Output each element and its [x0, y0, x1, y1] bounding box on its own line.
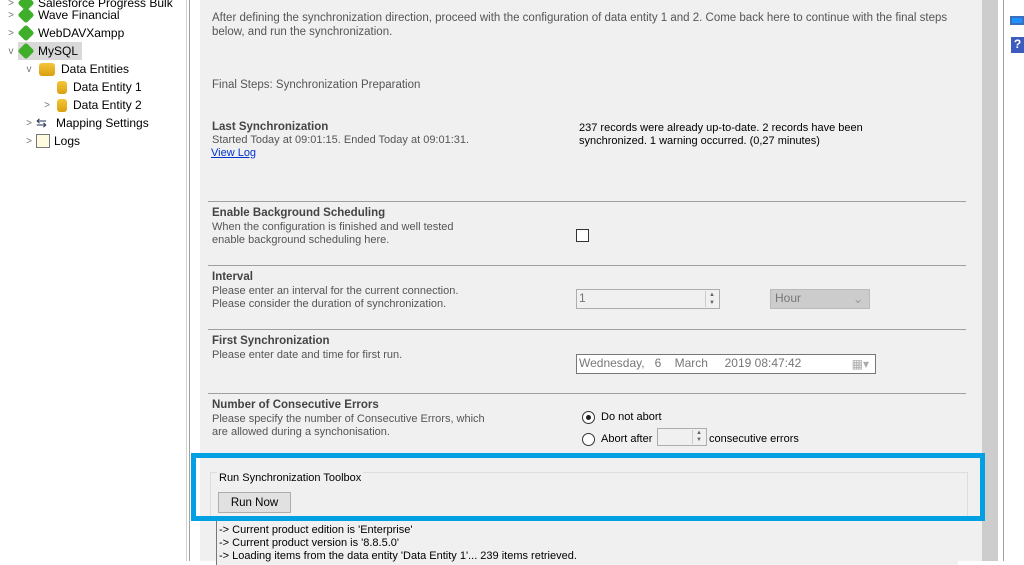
chevron-down-icon: ⌄	[852, 292, 863, 306]
tree-item-mysql[interactable]: v MySQL	[4, 42, 83, 60]
interval-desc: Please enter an interval for the current…	[212, 285, 459, 297]
database-icon	[57, 80, 67, 94]
interval-unit-select[interactable]: Hour ⌄	[770, 289, 870, 309]
chevron-down-icon[interactable]: v	[4, 46, 18, 57]
last-sync-title: Last Synchronization	[212, 121, 329, 133]
spinner-icon[interactable]: ▲ ▼	[705, 291, 718, 307]
divider	[208, 201, 966, 202]
window-icon[interactable]	[1010, 16, 1024, 25]
background-scheduling-checkbox[interactable]	[576, 229, 589, 242]
abort-after-label[interactable]: Abort after	[601, 433, 652, 446]
chevron-right-icon[interactable]: >	[22, 118, 36, 129]
chevron-right-icon[interactable]: >	[22, 136, 36, 147]
chevron-down-icon[interactable]: v	[22, 64, 36, 75]
tree-item[interactable]: > Data Entity 2	[40, 96, 142, 114]
puzzle-icon	[17, 42, 35, 60]
first-sync-datetime-picker[interactable]: Wednesday, 6 March 2019 08:47:42 ▦▾	[576, 354, 876, 374]
chevron-right-icon[interactable]: >	[4, 10, 18, 21]
puzzle-icon	[17, 6, 35, 24]
divider	[208, 393, 966, 394]
view-log-link[interactable]: View Log	[211, 147, 256, 160]
database-icon	[57, 98, 67, 112]
log-line: -> Current product version is '8.8.5.0'	[219, 537, 399, 549]
do-not-abort-label[interactable]: Do not abort	[601, 411, 662, 424]
spinner-icon[interactable]: ▲ ▼	[692, 430, 705, 444]
calendar-icon[interactable]: ▦▾	[852, 357, 869, 371]
interval-title: Interval	[212, 271, 253, 283]
log-line: -> Current product edition is 'Enterpris…	[219, 524, 413, 536]
tree-item[interactable]: > WebDAVXampp	[4, 24, 124, 42]
mapping-icon: ⇆	[36, 115, 47, 130]
highlight-frame	[191, 453, 985, 521]
last-sync-result: 237 records were already up-to-date. 2 r…	[579, 122, 863, 147]
chevron-right-icon[interactable]: >	[4, 28, 18, 39]
database-icon	[39, 62, 55, 76]
errors-desc: Please specify the number of Consecutive…	[212, 413, 485, 425]
tree-item[interactable]: > Logs	[22, 132, 80, 150]
help-icon[interactable]: ?	[1011, 37, 1024, 53]
background-title: Enable Background Scheduling	[212, 207, 386, 219]
interval-input[interactable]: 1 ▲ ▼	[576, 289, 720, 309]
background-desc: enable background scheduling here.	[212, 234, 390, 246]
log-output: -> Current product edition is 'Enterpris…	[216, 520, 958, 565]
tree-item[interactable]: > ⇆ Mapping Settings	[22, 114, 149, 132]
abort-after-radio[interactable]	[582, 433, 595, 446]
last-sync-desc: Started Today at 09:01:15. Ended Today a…	[212, 134, 470, 146]
navigation-tree: > Salesforce Progress Bulk > Wave Financia…	[0, 0, 190, 561]
section-heading: Final Steps: Synchronization Preparation	[212, 79, 421, 91]
divider	[208, 329, 966, 330]
log-line: -> Loading items from the data entity 'D…	[219, 550, 577, 562]
tree-item[interactable]: > Wave Financial	[4, 6, 120, 24]
tree-item[interactable]: Data Entity 1	[40, 78, 142, 96]
consecutive-errors-label: consecutive errors	[709, 433, 799, 445]
divider	[208, 265, 966, 266]
error-count-input[interactable]: ▲ ▼	[657, 428, 707, 446]
right-toolbar: ?	[1003, 0, 1024, 561]
puzzle-icon	[17, 24, 35, 42]
intro-text: After defining the synchronization direc…	[212, 12, 948, 38]
first-sync-desc: Please enter date and time for first run…	[212, 349, 403, 361]
errors-title: Number of Consecutive Errors	[212, 399, 379, 411]
errors-desc: are allowed during a synchonisation.	[212, 426, 390, 438]
first-sync-title: First Synchronization	[212, 335, 330, 347]
do-not-abort-radio[interactable]	[582, 411, 595, 424]
background-desc: When the configuration is finished and w…	[212, 221, 454, 233]
interval-desc: Please consider the duration of synchron…	[212, 298, 447, 310]
chevron-right-icon[interactable]: >	[40, 100, 54, 111]
tree-item[interactable]: v Data Entities	[22, 60, 130, 78]
logs-icon	[36, 134, 50, 148]
